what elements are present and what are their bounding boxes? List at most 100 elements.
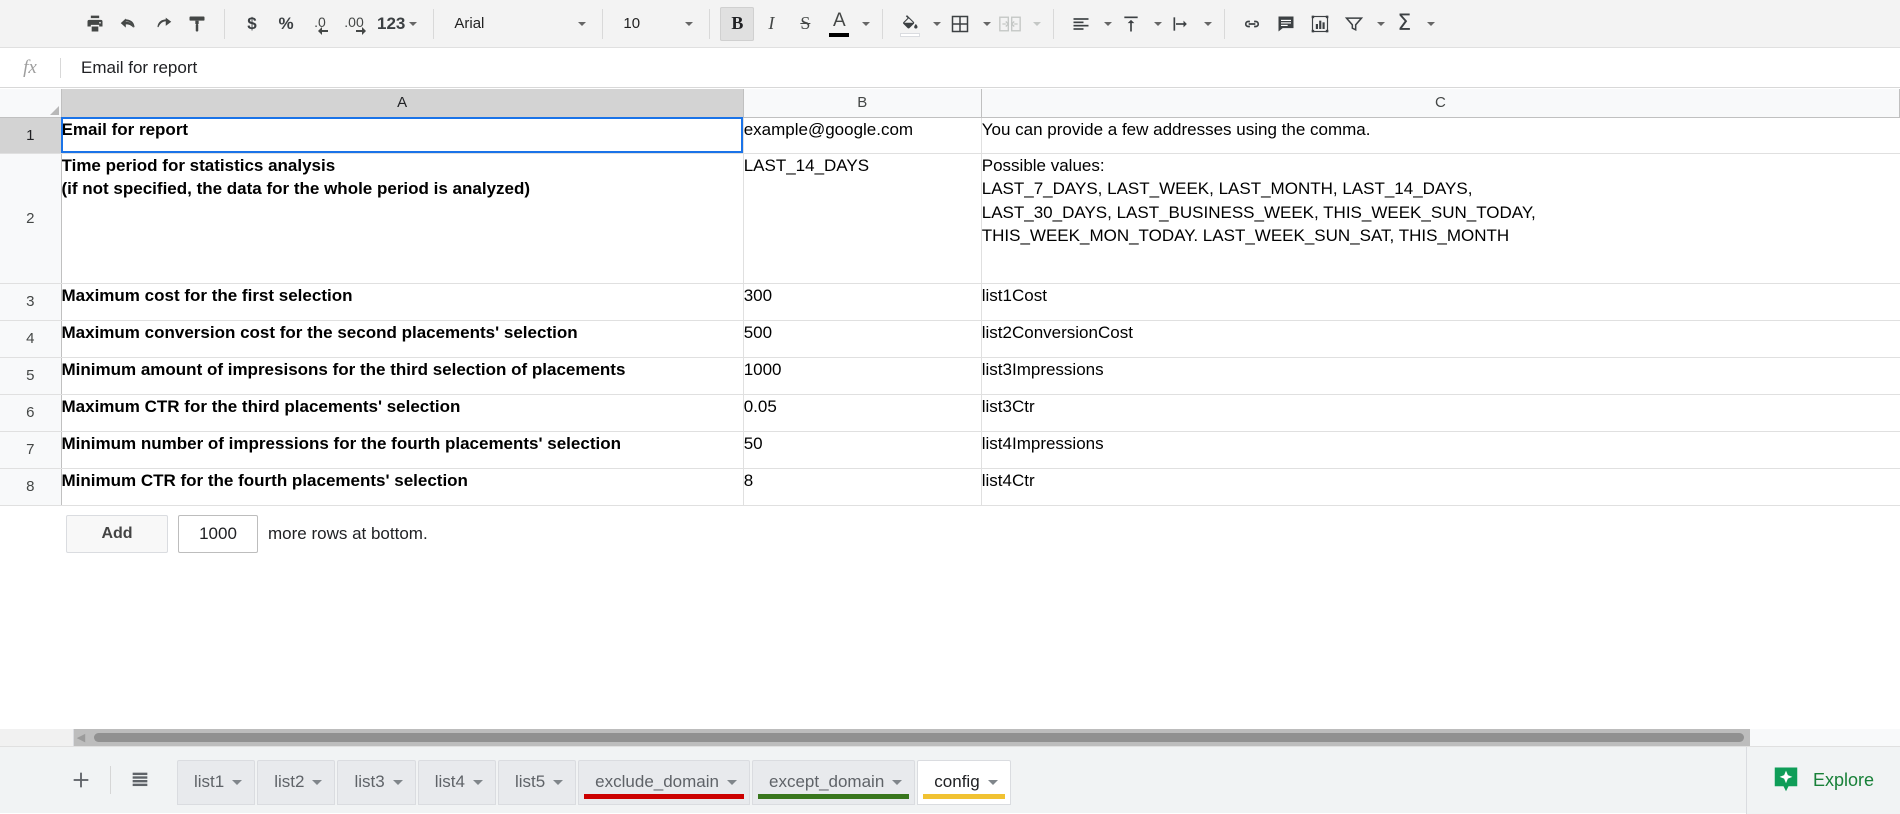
chevron-down-icon[interactable] (1377, 21, 1386, 26)
filter-dropdown[interactable] (1371, 7, 1387, 41)
chevron-down-icon[interactable] (232, 779, 243, 785)
chevron-down-icon[interactable] (1204, 21, 1213, 26)
cell-A2[interactable]: Time period for statistics analysis (if … (61, 153, 744, 284)
number-format-button[interactable]: 123 (371, 7, 423, 41)
chevron-down-icon[interactable] (892, 779, 903, 785)
sheet-tab-list3[interactable]: list3 (337, 759, 416, 805)
chevron-down-icon[interactable] (987, 779, 998, 785)
chevron-down-icon[interactable] (578, 21, 587, 26)
vertical-align-button[interactable] (1114, 7, 1148, 41)
cell-C2[interactable]: Possible values: LAST_7_DAYS, LAST_WEEK,… (981, 153, 1900, 284)
row-header-5[interactable]: 5 (0, 357, 62, 395)
formula-input[interactable]: Email for report (61, 48, 1900, 88)
chevron-down-icon[interactable] (472, 779, 483, 785)
column-header-c[interactable]: C (981, 89, 1900, 118)
column-header-b[interactable]: B (743, 89, 982, 118)
row-header-4[interactable]: 4 (0, 320, 62, 358)
sheet-tab-config[interactable]: config (917, 759, 1011, 805)
bold-button[interactable]: B (720, 6, 755, 41)
merge-cells-button[interactable] (993, 7, 1027, 41)
text-wrap-dropdown[interactable] (1198, 7, 1214, 41)
add-sheet-button[interactable] (58, 757, 104, 803)
text-color-button[interactable]: A (822, 7, 856, 41)
row-header-2[interactable]: 2 (0, 153, 62, 284)
cell-B1[interactable]: example@google.com (743, 117, 982, 154)
merge-cells-dropdown[interactable] (1027, 7, 1043, 41)
cell-C4[interactable]: list2ConversionCost (981, 320, 1900, 358)
horizontal-align-button[interactable] (1064, 7, 1098, 41)
insert-chart-button[interactable] (1303, 7, 1337, 41)
sheet-tab-list4[interactable]: list4 (417, 759, 496, 805)
cell-B3[interactable]: 300 (743, 283, 982, 321)
cell-C1[interactable]: You can provide a few addresses using th… (981, 117, 1900, 154)
sheet-tab-exclude_domain[interactable]: exclude_domain (578, 759, 750, 805)
chevron-down-icon[interactable] (392, 779, 403, 785)
fill-color-dropdown[interactable] (927, 7, 943, 41)
chevron-down-icon[interactable] (933, 21, 942, 26)
scroll-left-arrow-icon[interactable]: ◀ (74, 729, 88, 746)
row-header-7[interactable]: 7 (0, 431, 62, 469)
chevron-down-icon[interactable] (685, 21, 694, 26)
row-header-1[interactable]: 1 (0, 117, 62, 154)
strikethrough-button[interactable]: S (788, 7, 822, 41)
italic-button[interactable]: I (754, 7, 788, 41)
insert-link-button[interactable] (1235, 7, 1269, 41)
horizontal-scroll-track[interactable] (88, 729, 1750, 746)
add-rows-count-input[interactable]: 1000 (178, 515, 258, 553)
cell-C3[interactable]: list1Cost (981, 283, 1900, 321)
percent-format-button[interactable]: % (269, 7, 303, 41)
chevron-down-icon[interactable] (1104, 21, 1113, 26)
cell-C8[interactable]: list4Ctr (981, 468, 1900, 506)
all-sheets-button[interactable] (117, 757, 163, 803)
sheet-tab-list2[interactable]: list2 (257, 759, 336, 805)
decrease-decimal-button[interactable]: .0 (303, 7, 337, 41)
cell-C7[interactable]: list4Impressions (981, 431, 1900, 469)
chevron-down-icon[interactable] (553, 779, 564, 785)
row-header-6[interactable]: 6 (0, 394, 62, 432)
chevron-down-icon[interactable] (862, 21, 871, 26)
borders-dropdown[interactable] (977, 7, 993, 41)
cell-A8[interactable]: Minimum CTR for the fourth placements' s… (61, 468, 744, 506)
horizontal-align-dropdown[interactable] (1098, 7, 1114, 41)
chevron-down-icon[interactable] (726, 779, 737, 785)
chevron-down-icon[interactable] (409, 21, 418, 26)
borders-button[interactable] (943, 7, 977, 41)
create-filter-button[interactable] (1337, 7, 1371, 41)
cell-B2[interactable]: LAST_14_DAYS (743, 153, 982, 284)
fill-color-button[interactable] (893, 7, 927, 41)
chevron-down-icon[interactable] (983, 21, 992, 26)
cell-A6[interactable]: Maximum CTR for the third placements' se… (61, 394, 744, 432)
cell-A3[interactable]: Maximum cost for the first selection (61, 283, 744, 321)
text-wrap-button[interactable] (1164, 7, 1198, 41)
row-header-8[interactable]: 8 (0, 468, 62, 506)
undo-button[interactable] (112, 7, 146, 41)
font-family-select[interactable]: Arial (444, 7, 592, 41)
chevron-down-icon[interactable] (1154, 21, 1163, 26)
sheet-tab-list5[interactable]: list5 (497, 759, 577, 805)
cell-B5[interactable]: 1000 (743, 357, 982, 395)
cell-A4[interactable]: Maximum conversion cost for the second p… (61, 320, 744, 358)
chevron-down-icon[interactable] (312, 779, 323, 785)
redo-button[interactable] (146, 7, 180, 41)
cell-B7[interactable]: 50 (743, 431, 982, 469)
increase-decimal-button[interactable]: .00 (337, 7, 371, 41)
sheet-tab-list1[interactable]: list1 (177, 759, 256, 805)
sheet-tab-except_domain[interactable]: except_domain (751, 759, 916, 805)
cell-A5[interactable]: Minimum amount of impresisons for the th… (61, 357, 744, 395)
cell-B8[interactable]: 8 (743, 468, 982, 506)
insert-comment-button[interactable] (1269, 7, 1303, 41)
chevron-down-icon[interactable] (1427, 21, 1436, 26)
cell-B4[interactable]: 500 (743, 320, 982, 358)
row-header-3[interactable]: 3 (0, 283, 62, 321)
cell-C5[interactable]: list3Impressions (981, 357, 1900, 395)
font-size-select[interactable]: 10 (613, 7, 699, 41)
vertical-align-dropdown[interactable] (1148, 7, 1164, 41)
paint-format-button[interactable] (180, 7, 214, 41)
horizontal-scroll-thumb[interactable] (94, 733, 1744, 742)
print-button[interactable] (78, 7, 112, 41)
functions-dropdown[interactable] (1421, 7, 1437, 41)
cell-A7[interactable]: Minimum number of impressions for the fo… (61, 431, 744, 469)
select-all-corner[interactable] (0, 89, 62, 118)
explore-button[interactable]: Explore (1745, 746, 1900, 814)
chevron-down-icon[interactable] (1033, 21, 1042, 26)
